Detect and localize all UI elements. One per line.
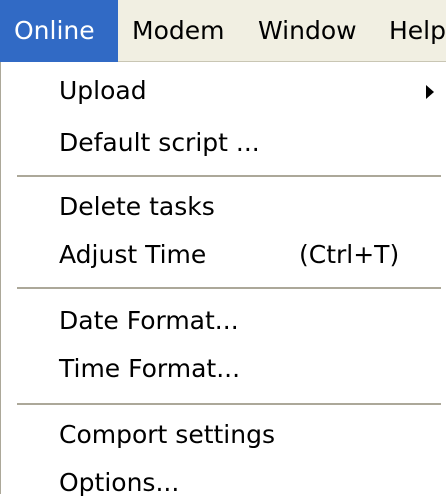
- menu-item-shortcut: (Ctrl+T): [299, 240, 400, 269]
- menu-item-adjust-time[interactable]: Adjust Time (Ctrl+T): [1, 234, 441, 276]
- menu-item-label: Comport settings: [59, 420, 275, 449]
- menu-online[interactable]: Online: [0, 0, 118, 62]
- submenu-arrow-icon: [426, 85, 434, 99]
- menu-item-label: Options...: [59, 468, 180, 497]
- menu-item-default-script[interactable]: Default script ...: [1, 122, 441, 164]
- menu-item-label: Upload: [59, 76, 147, 105]
- menu-separator: [17, 287, 441, 289]
- menu-separator: [17, 175, 441, 177]
- menu-item-label: Adjust Time: [59, 240, 207, 269]
- menu-item-delete-tasks[interactable]: Delete tasks: [1, 186, 441, 228]
- menu-item-label: Time Format...: [59, 354, 241, 383]
- menu-item-time-format[interactable]: Time Format...: [1, 348, 441, 390]
- menu-modem[interactable]: Modem: [132, 0, 224, 62]
- menu-item-label: Date Format...: [59, 306, 239, 335]
- menu-item-date-format[interactable]: Date Format...: [1, 300, 441, 342]
- menu-item-upload[interactable]: Upload: [1, 70, 441, 112]
- menu-item-options[interactable]: Options...: [1, 462, 441, 504]
- menu-item-label: Default script ...: [59, 128, 260, 157]
- online-dropdown-menu: Upload Default script ... Delete tasks A…: [0, 62, 446, 497]
- menu-separator: [17, 403, 441, 405]
- menubar: Online Modem Window Help: [0, 0, 446, 62]
- menu-item-label: Delete tasks: [59, 192, 215, 221]
- menu-item-comport-settings[interactable]: Comport settings: [1, 414, 441, 456]
- menu-window[interactable]: Window: [258, 0, 357, 62]
- menu-help[interactable]: Help: [389, 0, 446, 62]
